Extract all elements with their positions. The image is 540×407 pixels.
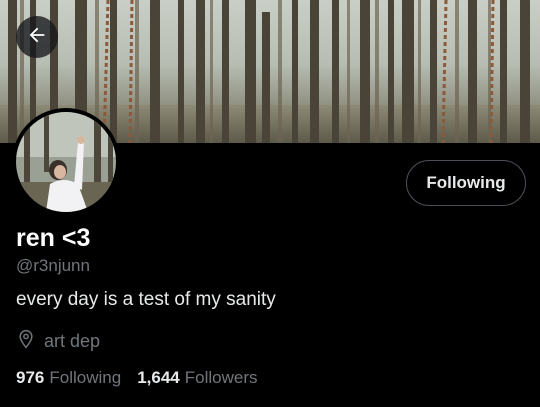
following-button[interactable]: Following bbox=[406, 160, 526, 206]
display-name: ren <3 bbox=[16, 224, 91, 252]
following-button-label: Following bbox=[426, 173, 506, 192]
location-text: art dep bbox=[44, 331, 101, 351]
avatar[interactable] bbox=[12, 108, 120, 216]
following-count: 976 bbox=[16, 368, 45, 387]
avatar-photo bbox=[16, 112, 116, 212]
followers-count: 1,644 bbox=[137, 368, 180, 387]
location-pin-icon bbox=[16, 329, 36, 354]
following-stat-link[interactable]: 976 Following bbox=[16, 368, 121, 388]
follow-stats: 976 Following 1,644 Followers bbox=[16, 368, 273, 388]
location: art dep bbox=[16, 329, 100, 354]
user-handle: @r3njunn bbox=[16, 256, 90, 275]
arrow-left-icon bbox=[26, 24, 48, 51]
followers-label: Followers bbox=[184, 368, 258, 387]
back-button[interactable] bbox=[16, 16, 58, 58]
bio-text: every day is a test of my sanity bbox=[16, 289, 276, 310]
following-label: Following bbox=[49, 368, 122, 387]
followers-stat-link[interactable]: 1,644 Followers bbox=[137, 368, 257, 388]
